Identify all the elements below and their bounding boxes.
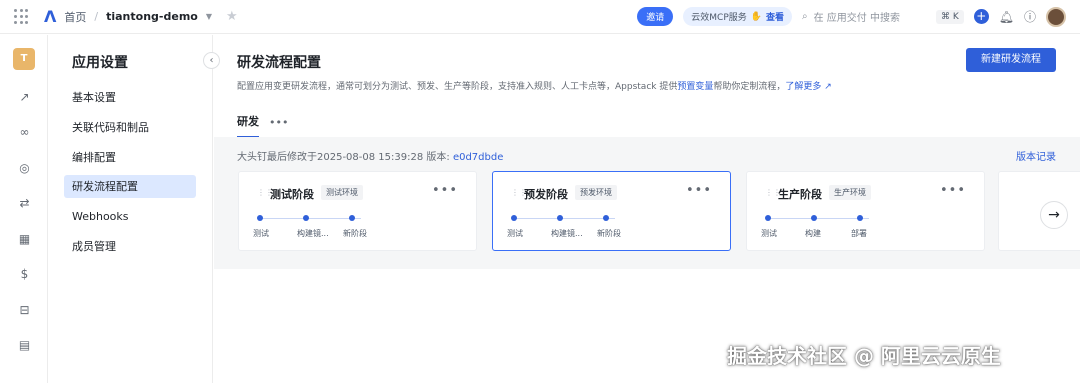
chevron-down-icon[interactable]: ▼ xyxy=(206,12,212,21)
new-flow-button[interactable]: 新建研发流程 xyxy=(966,48,1056,72)
search-icon: ⌕ xyxy=(801,11,808,22)
appstack-logo-icon[interactable]: Λ xyxy=(44,7,56,26)
search-placeholder: 在 应用交付 中搜索 xyxy=(813,13,900,24)
stage-name: 测试阶段 xyxy=(270,188,314,201)
stage-env-tag: 生产环境 xyxy=(829,185,871,200)
top-bar: Λ 首页 / tiantong-demo ▼ ★ 邀请 云效MCP服务 ✋ 查看… xyxy=(0,0,1080,34)
app-grid-icon[interactable] xyxy=(14,8,30,25)
project-avatar[interactable]: T xyxy=(13,48,35,70)
stage-card-staging[interactable]: ⋮⋮ 预发阶段 预发环境 ••• 测试 构建镜... 新阶段 xyxy=(492,171,731,251)
job-dot[interactable] xyxy=(257,215,263,221)
document-icon[interactable]: ▤ xyxy=(18,339,31,352)
page-title: 研发流程配置 xyxy=(237,55,321,71)
page-description: 配置应用变更研发流程，通常可划分为测试、预发、生产等阶段，支持准入规则、人工卡点… xyxy=(237,79,832,92)
create-plus-icon[interactable]: + xyxy=(973,9,989,24)
more-icon[interactable]: ••• xyxy=(940,183,966,198)
help-icon[interactable]: ⓘ xyxy=(1024,8,1036,25)
job-label[interactable]: 测试 xyxy=(507,228,523,239)
version-meta: 大头钉最后修改于2025-08-08 15:39:28 版本: e0d7dbde xyxy=(237,148,503,163)
scroll-right-arrow-icon[interactable]: → xyxy=(1040,201,1068,229)
star-icon[interactable]: ★ xyxy=(226,9,238,24)
tab-more-icon[interactable]: ••• xyxy=(269,116,288,136)
stage-card-partial xyxy=(998,171,1080,251)
stage-env-tag: 测试环境 xyxy=(321,185,363,200)
watermark: 掘金技术社区 @ 阿里云云原生 xyxy=(727,344,1001,368)
job-dot[interactable] xyxy=(557,215,563,221)
sidebar-item-basic[interactable]: 基本设置 xyxy=(64,86,196,109)
version-hash[interactable]: e0d7dbde xyxy=(453,152,503,163)
sidebar-item-webhooks[interactable]: Webhooks xyxy=(64,205,196,228)
job-dot[interactable] xyxy=(811,215,817,221)
modified-text: 大头钉最后修改于2025-08-08 15:39:28 版本: xyxy=(237,152,453,163)
mcp-service-banner[interactable]: 云效MCP服务 ✋ 查看 xyxy=(683,7,792,26)
tab-dev[interactable]: 研发 xyxy=(237,113,259,138)
stage-env-tag: 预发环境 xyxy=(575,185,617,200)
package-icon[interactable]: ⊟ xyxy=(18,304,31,317)
stage-card-production[interactable]: ⋮⋮ 生产阶段 生产环境 ••• 测试 构建 部署 xyxy=(746,171,985,251)
more-icon[interactable]: ••• xyxy=(686,183,712,198)
job-dot[interactable] xyxy=(765,215,771,221)
job-label[interactable]: 部署 xyxy=(851,228,867,239)
breadcrumb-home[interactable]: 首页 xyxy=(64,9,86,25)
avatar[interactable] xyxy=(1046,6,1066,27)
search-box[interactable]: ⌕ 在 应用交付 中搜索 xyxy=(802,9,926,24)
job-track xyxy=(513,218,615,219)
learn-more-link[interactable]: 了解更多 xyxy=(785,82,821,92)
sidebar-item-orchestration[interactable]: 编排配置 xyxy=(64,146,196,169)
bell-icon[interactable]: 🔔︎ xyxy=(999,10,1014,24)
mcp-view-link[interactable]: 查看 xyxy=(766,10,784,23)
breadcrumb-separator: / xyxy=(94,10,99,23)
description-suffix: 帮助你定制流程， xyxy=(713,82,786,92)
more-icon[interactable]: ••• xyxy=(432,183,458,198)
flow-tabs: 研发 ••• xyxy=(237,113,288,138)
stage-name: 生产阶段 xyxy=(778,188,822,201)
swap-icon[interactable]: ⇄ xyxy=(18,197,31,210)
job-dot[interactable] xyxy=(603,215,609,221)
job-track xyxy=(767,218,869,219)
stage-name: 预发阶段 xyxy=(524,188,568,201)
preset-variables-link[interactable]: 预置变量 xyxy=(677,82,713,92)
dashboard-icon[interactable]: ▦ xyxy=(18,233,31,246)
sidebar-item-dev-flow[interactable]: 研发流程配置 xyxy=(64,175,196,198)
invite-button[interactable]: 邀请 xyxy=(637,7,674,26)
job-dot[interactable] xyxy=(857,215,863,221)
job-label[interactable]: 新阶段 xyxy=(343,228,367,239)
sidebar-item-members[interactable]: 成员管理 xyxy=(64,235,196,258)
settings-sidebar: 应用设置 ‹ 基本设置 关联代码和制品 编排配置 研发流程配置 Webhooks… xyxy=(48,35,220,383)
stage-card-test[interactable]: ⋮⋮ 测试阶段 测试环境 ••• 测试 构建镜... 新阶段 xyxy=(238,171,477,251)
description-prefix: 配置应用变更研发流程，通常可划分为测试、预发、生产等阶段，支持准入规则、人工卡点… xyxy=(237,82,678,92)
globe-icon[interactable]: ◎ xyxy=(18,162,31,175)
breadcrumb-app-name[interactable]: tiantong-demo xyxy=(106,10,198,23)
job-dot[interactable] xyxy=(349,215,355,221)
external-link-icon[interactable]: ↗ xyxy=(821,82,832,92)
mcp-label: 云效MCP服务 xyxy=(691,13,747,23)
job-label[interactable]: 构建镜... xyxy=(297,228,329,239)
handshake-icon: ✋ xyxy=(750,11,762,22)
job-label[interactable]: 构建 xyxy=(805,228,821,239)
sidebar-title: 应用设置 xyxy=(72,55,128,71)
shortcut-hint: ⌘ K xyxy=(935,9,964,24)
job-label[interactable]: 构建镜... xyxy=(551,228,583,239)
job-dot[interactable] xyxy=(511,215,517,221)
dollar-icon[interactable]: $ xyxy=(18,268,31,281)
job-label[interactable]: 测试 xyxy=(253,228,269,239)
job-label[interactable]: 测试 xyxy=(761,228,777,239)
chart-icon[interactable]: ↗ xyxy=(18,91,31,104)
version-history-link[interactable]: 版本记录 xyxy=(1016,148,1056,163)
job-track xyxy=(259,218,361,219)
infinity-icon[interactable]: ∞ xyxy=(18,126,31,139)
flow-canvas: 大头钉最后修改于2025-08-08 15:39:28 版本: e0d7dbde… xyxy=(214,137,1080,269)
sidebar-item-code-artifacts[interactable]: 关联代码和制品 xyxy=(64,116,196,139)
icon-rail: T ↗ ∞ ◎ ⇄ ▦ $ ⊟ ▤ xyxy=(0,35,48,383)
job-dot[interactable] xyxy=(303,215,309,221)
main-content: 研发流程配置 新建研发流程 配置应用变更研发流程，通常可划分为测试、预发、生产等… xyxy=(214,35,1080,383)
job-label[interactable]: 新阶段 xyxy=(597,228,621,239)
